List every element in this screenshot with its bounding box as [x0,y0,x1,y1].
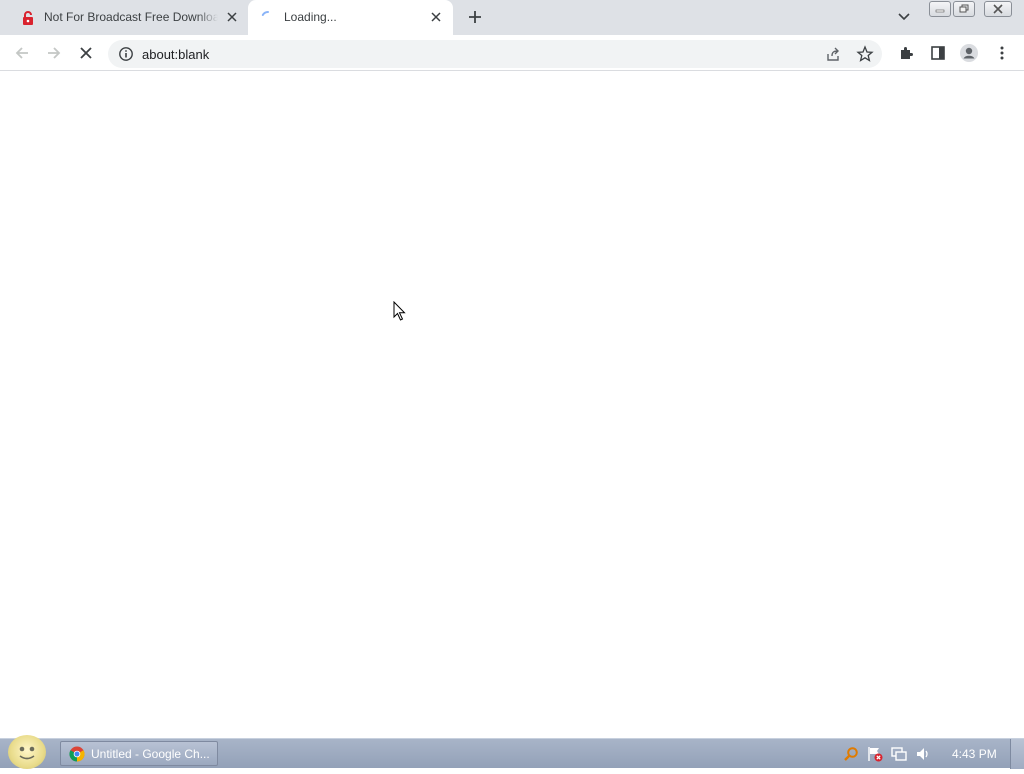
menu-kebab-icon[interactable] [990,41,1014,65]
tab-loading[interactable]: Loading... [248,0,453,35]
close-tab-icon[interactable] [428,9,444,25]
url-text[interactable]: about:blank [142,47,209,62]
site-info-icon[interactable] [118,46,134,62]
bookmark-star-icon[interactable] [856,45,874,63]
address-bar[interactable]: about:blank [108,40,882,68]
close-tab-icon[interactable] [224,9,240,25]
tab-title: Not For Broadcast Free Download [44,10,218,24]
new-tab-button[interactable] [464,6,486,28]
chrome-icon [69,746,85,762]
forward-button[interactable] [42,41,66,65]
tab-strip: Not For Broadcast Free Download Loading.… [0,0,1024,35]
page-content [0,71,1024,738]
taskbar-item-label: Untitled - Google Ch... [91,746,210,761]
extensions-puzzle-icon[interactable] [894,41,918,65]
back-button[interactable] [10,41,34,65]
search-magnifier-icon[interactable] [843,746,859,762]
loading-spinner-icon [260,10,276,26]
share-icon[interactable] [824,45,842,63]
mouse-pointer-icon [393,300,407,322]
taskbar: Untitled - Google Ch... 4:43 PM [0,735,1024,769]
stop-loading-button[interactable] [74,41,98,65]
network-icon[interactable] [891,746,907,762]
show-desktop-button[interactable] [1010,739,1024,769]
start-button[interactable] [8,735,46,769]
minimize-button[interactable] [929,1,951,17]
action-center-flag-icon[interactable] [867,746,883,762]
taskbar-item-chrome[interactable]: Untitled - Google Ch... [60,741,218,766]
volume-speaker-icon[interactable] [915,746,931,762]
red-lock-favicon-icon [20,10,36,26]
profile-avatar-icon[interactable] [957,41,981,65]
restore-button[interactable] [953,1,975,17]
tab-search-chevron-icon[interactable] [894,8,914,26]
browser-toolbar: about:blank [0,35,1024,71]
tab-not-for-broadcast[interactable]: Not For Broadcast Free Download [8,0,246,35]
side-panel-icon[interactable] [926,41,950,65]
close-window-button[interactable] [984,1,1012,17]
taskbar-clock[interactable]: 4:43 PM [952,747,997,761]
